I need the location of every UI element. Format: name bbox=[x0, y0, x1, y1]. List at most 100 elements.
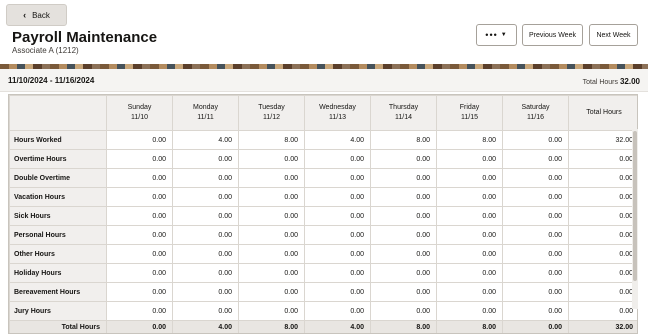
hours-cell[interactable]: 0.00 bbox=[106, 282, 173, 302]
hours-cell[interactable]: 4.00 bbox=[304, 130, 371, 150]
hours-cell[interactable]: 0.00 bbox=[436, 149, 503, 169]
hours-cell[interactable]: 0.00 bbox=[370, 187, 437, 207]
row-label: Vacation Hours bbox=[9, 187, 107, 207]
row-label: Sick Hours bbox=[9, 206, 107, 226]
hours-cell[interactable]: 0.00 bbox=[172, 149, 239, 169]
hours-cell[interactable]: 0.00 bbox=[106, 225, 173, 245]
caret-down-icon: ▼ bbox=[500, 32, 508, 38]
hours-cell[interactable]: 0.00 bbox=[370, 263, 437, 283]
row-label: Holiday Hours bbox=[9, 263, 107, 283]
hours-cell[interactable]: 4.00 bbox=[172, 130, 239, 150]
hours-cell[interactable]: 0.00 bbox=[238, 149, 305, 169]
hours-cell[interactable]: 0.00 bbox=[238, 301, 305, 321]
header-row: Sunday 11/10 Monday 11/11 Tuesday 11/12 Wednes… bbox=[9, 95, 637, 131]
hours-cell[interactable]: 0.00 bbox=[304, 244, 371, 264]
hours-cell[interactable]: 0.00 bbox=[106, 187, 173, 207]
column-date: 11/10 bbox=[131, 114, 148, 121]
hours-cell[interactable]: 0.00 bbox=[172, 301, 239, 321]
table-row: Personal Hours 0.00 0.00 0.00 0.00 0.00 0.00 0.… bbox=[9, 225, 637, 245]
hours-cell[interactable]: 0.00 bbox=[172, 244, 239, 264]
hours-cell[interactable]: 0.00 bbox=[502, 282, 569, 302]
table-row: Holiday Hours 0.00 0.00 0.00 0.00 0.00 0.00 0.0… bbox=[9, 263, 637, 283]
hours-cell[interactable]: 0.00 bbox=[370, 206, 437, 226]
hours-cell[interactable]: 0.00 bbox=[238, 282, 305, 302]
hours-cell[interactable]: 0.00 bbox=[370, 282, 437, 302]
hours-cell[interactable]: 0.00 bbox=[172, 263, 239, 283]
row-total-cell: 0.00 bbox=[568, 282, 637, 302]
hours-cell[interactable]: 0.00 bbox=[502, 187, 569, 207]
hours-cell[interactable]: 0.00 bbox=[304, 282, 371, 302]
hours-cell[interactable]: 0.00 bbox=[172, 187, 239, 207]
table-row: Vacation Hours 0.00 0.00 0.00 0.00 0.00 0.00 0.… bbox=[9, 187, 637, 207]
hours-cell[interactable]: 0.00 bbox=[238, 168, 305, 188]
hours-cell[interactable]: 0.00 bbox=[304, 263, 371, 283]
hours-cell[interactable]: 8.00 bbox=[370, 130, 437, 150]
hours-cell[interactable]: 0.00 bbox=[304, 168, 371, 188]
column-day: Thursday bbox=[388, 104, 419, 111]
hours-cell[interactable]: 0.00 bbox=[502, 130, 569, 150]
previous-week-button[interactable]: Previous Week bbox=[522, 24, 583, 46]
hours-cell[interactable]: 8.00 bbox=[436, 130, 503, 150]
hours-cell[interactable]: 0.00 bbox=[238, 263, 305, 283]
hours-cell[interactable]: 0.00 bbox=[106, 244, 173, 264]
hours-cell[interactable]: 0.00 bbox=[502, 301, 569, 321]
hours-cell[interactable]: 0.00 bbox=[172, 168, 239, 188]
hours-cell[interactable]: 8.00 bbox=[238, 130, 305, 150]
row-total-cell: 0.00 bbox=[568, 301, 637, 321]
hours-cell[interactable]: 0.00 bbox=[304, 149, 371, 169]
more-actions-button[interactable]: ••• ▼ bbox=[476, 24, 517, 46]
hours-cell[interactable]: 0.00 bbox=[502, 225, 569, 245]
hours-cell[interactable]: 0.00 bbox=[436, 187, 503, 207]
hours-cell[interactable]: 0.00 bbox=[370, 244, 437, 264]
hours-cell[interactable]: 0.00 bbox=[172, 282, 239, 302]
hours-cell[interactable]: 0.00 bbox=[436, 263, 503, 283]
hours-cell[interactable]: 0.00 bbox=[238, 225, 305, 245]
column-header-friday: Friday 11/15 bbox=[436, 95, 503, 131]
row-total-cell: 32.00 bbox=[568, 130, 637, 150]
hours-cell[interactable]: 0.00 bbox=[436, 225, 503, 245]
scrollbar-thumb[interactable] bbox=[633, 131, 637, 281]
hours-cell[interactable]: 0.00 bbox=[436, 301, 503, 321]
hours-cell[interactable]: 0.00 bbox=[106, 149, 173, 169]
hours-cell[interactable]: 0.00 bbox=[436, 206, 503, 226]
column-header-total: Total Hours bbox=[568, 95, 637, 131]
back-button[interactable]: ‹ Back bbox=[6, 4, 67, 26]
row-total-cell: 0.00 bbox=[568, 244, 637, 264]
hours-cell[interactable]: 0.00 bbox=[304, 225, 371, 245]
hours-cell[interactable]: 0.00 bbox=[304, 301, 371, 321]
hours-cell[interactable]: 0.00 bbox=[172, 225, 239, 245]
hours-cell[interactable]: 0.00 bbox=[106, 263, 173, 283]
hours-cell[interactable]: 0.00 bbox=[370, 301, 437, 321]
hours-cell[interactable]: 0.00 bbox=[238, 187, 305, 207]
hours-cell[interactable]: 0.00 bbox=[436, 282, 503, 302]
hours-cell[interactable]: 0.00 bbox=[370, 168, 437, 188]
column-total-cell: 8.00 bbox=[238, 320, 305, 333]
column-total-cell: 4.00 bbox=[172, 320, 239, 333]
hours-cell[interactable]: 0.00 bbox=[502, 168, 569, 188]
hours-cell[interactable]: 0.00 bbox=[502, 263, 569, 283]
hours-cell[interactable]: 0.00 bbox=[238, 206, 305, 226]
hours-cell[interactable]: 0.00 bbox=[502, 206, 569, 226]
hours-cell[interactable]: 0.00 bbox=[106, 206, 173, 226]
hours-cell[interactable]: 0.00 bbox=[502, 244, 569, 264]
hours-cell[interactable]: 0.00 bbox=[106, 301, 173, 321]
hours-cell[interactable]: 0.00 bbox=[106, 130, 173, 150]
hours-cell[interactable]: 0.00 bbox=[304, 206, 371, 226]
hours-cell[interactable]: 0.00 bbox=[370, 225, 437, 245]
hours-cell[interactable]: 0.00 bbox=[172, 206, 239, 226]
table-row: Other Hours 0.00 0.00 0.00 0.00 0.00 0.00 0.00 0… bbox=[9, 244, 637, 264]
column-header-monday: Monday 11/11 bbox=[172, 95, 239, 131]
hours-cell[interactable]: 0.00 bbox=[502, 149, 569, 169]
hours-cell[interactable]: 0.00 bbox=[238, 244, 305, 264]
hours-cell[interactable]: 0.00 bbox=[370, 149, 437, 169]
hours-cell[interactable]: 0.00 bbox=[304, 187, 371, 207]
totals-row: Total Hours 0.00 4.00 8.00 4.00 8.00 8.00 0.00 3… bbox=[9, 320, 637, 333]
more-dots: ••• bbox=[485, 30, 498, 40]
hours-cell[interactable]: 0.00 bbox=[106, 168, 173, 188]
hours-cell[interactable]: 0.00 bbox=[436, 168, 503, 188]
column-day: Wednesday bbox=[319, 104, 356, 111]
total-hours-summary: Total Hours 32.00 bbox=[583, 77, 640, 86]
hours-cell[interactable]: 0.00 bbox=[436, 244, 503, 264]
back-label: Back bbox=[32, 10, 50, 20]
next-week-button[interactable]: Next Week bbox=[589, 24, 638, 46]
